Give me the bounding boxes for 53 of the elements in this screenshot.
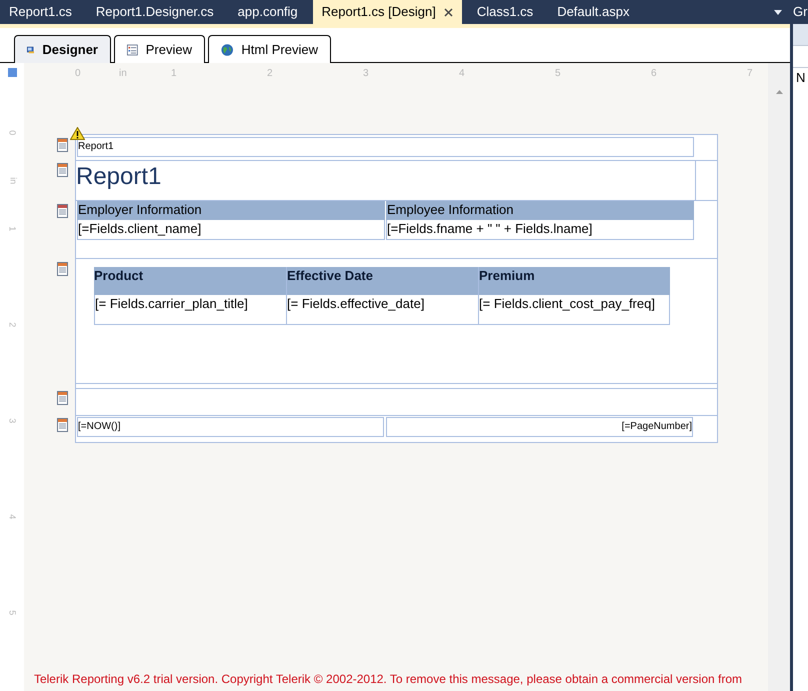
text-box: Report1	[77, 137, 694, 157]
designer-tab[interactable]: Preview	[114, 35, 205, 63]
designer-tab[interactable]: Html Preview	[208, 35, 331, 63]
field-cell: [=Fields.fname + " " + Fields.lname]	[386, 220, 694, 240]
ruler-label: 0	[75, 67, 81, 81]
section-icon	[57, 262, 68, 276]
ruler-label: 1	[6, 226, 18, 232]
column-heading: Product	[94, 267, 286, 295]
ruler-label: 4	[459, 67, 465, 81]
ruler-label: 2	[267, 67, 273, 81]
ruler-corner	[8, 68, 16, 77]
ruler-label: in	[7, 177, 20, 184]
document-tab[interactable]: Report1.cs [Design]	[312, 0, 462, 24]
ruler-label: 6	[651, 67, 657, 81]
text-box: [=PageNumber]	[386, 417, 693, 437]
dropdown-icon[interactable]	[774, 10, 782, 15]
field-cell: [=Fields.client_name]	[77, 220, 385, 240]
ruler-label: 3	[363, 67, 369, 81]
ruler-label: 1	[171, 67, 177, 81]
field-cell: [= Fields.carrier_plan_title]	[94, 295, 286, 325]
document-tab[interactable]: Report1.Designer.cs	[86, 0, 223, 24]
close-icon[interactable]	[444, 8, 453, 16]
ruler-label: 2	[6, 322, 18, 328]
section-icon	[57, 391, 68, 405]
section-icon	[57, 204, 68, 218]
designer-tab[interactable]: Designer	[14, 35, 111, 63]
ruler-label: 3	[6, 418, 18, 424]
ruler-label: 4	[6, 514, 18, 520]
column-heading: Employee Information	[386, 201, 694, 220]
panel-item: N	[795, 69, 806, 87]
column-heading: Employer Information	[77, 201, 385, 220]
report-title: Report1	[76, 161, 696, 200]
trial-notice: Telerik Reporting v6.2 trial version. Copyright Telerik © 2002-2012. To remove this message, please obtain a commercial version from	[32, 671, 744, 688]
field-cell: [= Fields.client_cost_pay_freq]	[478, 295, 670, 325]
ruler-label: 5	[6, 610, 18, 616]
document-tab[interactable]: app.config	[228, 0, 307, 24]
ruler-label: 5	[555, 67, 561, 81]
panel-title: Gr	[793, 3, 808, 21]
globe-icon	[221, 42, 234, 56]
column-heading: Effective Date	[286, 267, 478, 295]
section-icon	[57, 138, 68, 152]
document-tab[interactable]: Class1.cs	[468, 0, 542, 24]
column-heading: Premium	[478, 267, 670, 295]
text-box: [=NOW()]	[77, 417, 384, 437]
ruler-label: 7	[747, 67, 753, 81]
ruler-label: in	[119, 67, 127, 81]
section-icon	[57, 163, 68, 177]
section-icon	[57, 418, 68, 432]
ruler-label: 0	[6, 130, 18, 136]
field-cell: [= Fields.effective_date]	[286, 295, 478, 325]
document-tab[interactable]: Report1.cs	[0, 0, 81, 24]
document-tab[interactable]: Default.aspx	[548, 0, 638, 24]
list-icon	[127, 42, 138, 56]
